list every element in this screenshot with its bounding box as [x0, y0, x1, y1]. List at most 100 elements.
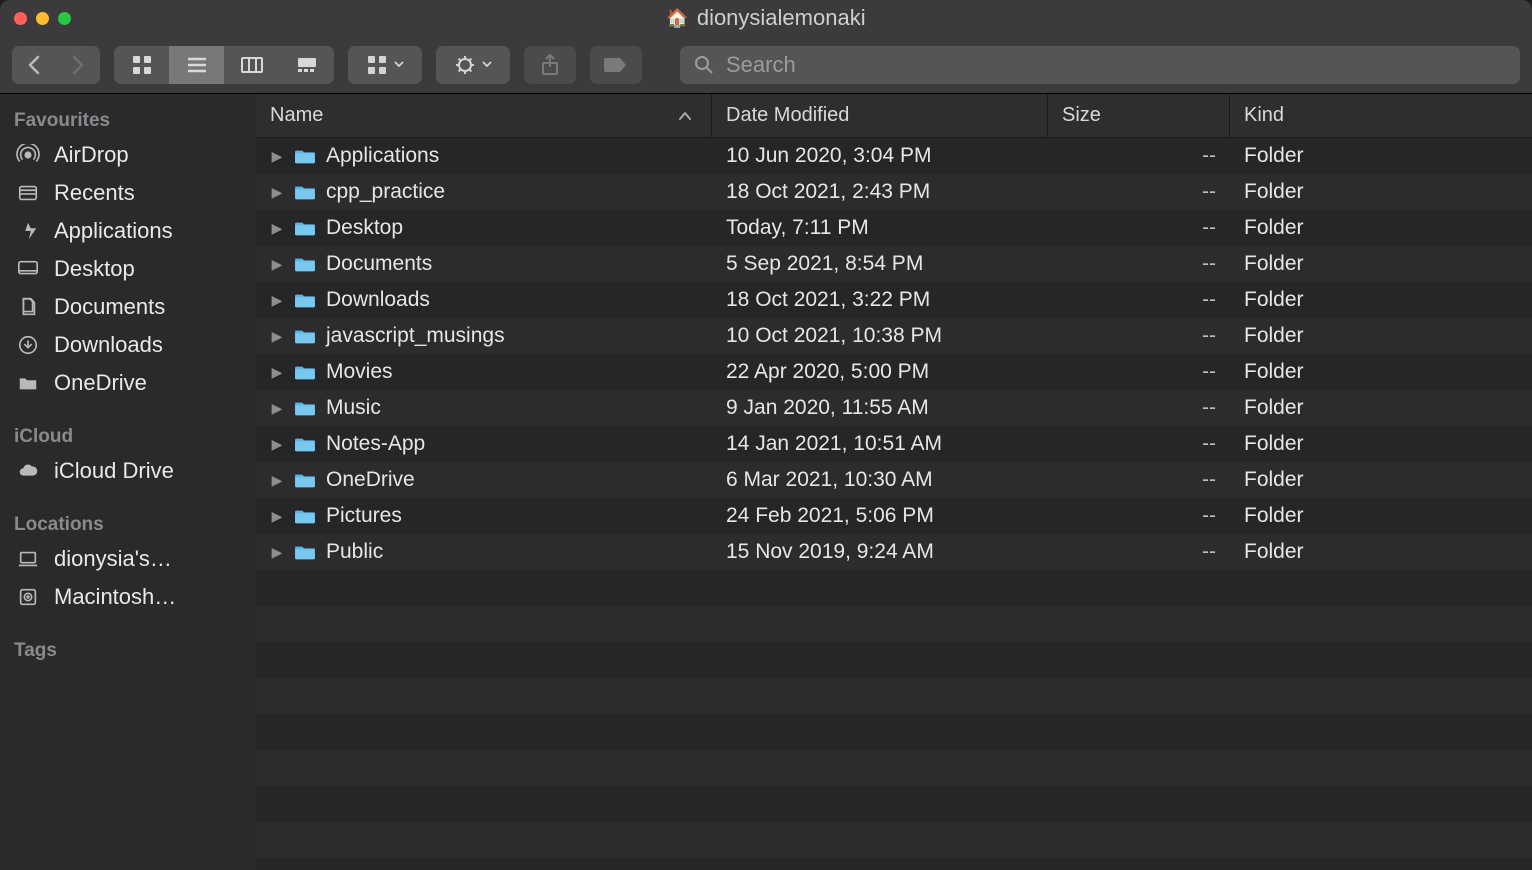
file-row[interactable]: ▶Downloads18 Oct 2021, 3:22 PM--Folder: [256, 282, 1532, 318]
home-icon: 🏠: [666, 8, 688, 29]
disclosure-triangle-icon[interactable]: ▶: [270, 400, 284, 417]
sidebar-item[interactable]: AirDrop: [0, 136, 256, 174]
file-row[interactable]: ▶Pictures24 Feb 2021, 5:06 PM--Folder: [256, 498, 1532, 534]
back-button[interactable]: [12, 46, 56, 84]
column-header-name[interactable]: Name: [256, 94, 712, 137]
sidebar-item-label: Macintosh…: [54, 584, 176, 610]
icon-view-button[interactable]: [114, 46, 169, 84]
file-name: Music: [326, 396, 381, 420]
folder-icon: [294, 147, 316, 165]
file-kind: Folder: [1244, 216, 1304, 240]
disclosure-triangle-icon[interactable]: ▶: [270, 436, 284, 453]
sidebar-item[interactable]: Macintosh…: [0, 578, 256, 616]
disclosure-triangle-icon[interactable]: ▶: [270, 220, 284, 237]
sidebar-item-label: Desktop: [54, 256, 135, 282]
forward-button[interactable]: [56, 46, 100, 84]
file-kind: Folder: [1244, 180, 1304, 204]
sidebar-item-label: Recents: [54, 180, 135, 206]
file-date: 14 Jan 2021, 10:51 AM: [726, 432, 942, 456]
file-kind: Folder: [1244, 252, 1304, 276]
file-row[interactable]: ▶DesktopToday, 7:11 PM--Folder: [256, 210, 1532, 246]
sidebar-item-label: Downloads: [54, 332, 163, 358]
sidebar: Favourites AirDrop Recents Applications Desk…: [0, 94, 256, 870]
folder-icon: [294, 543, 316, 561]
downloads-icon: [14, 332, 42, 358]
file-row[interactable]: ▶Notes-App14 Jan 2021, 10:51 AM--Folder: [256, 426, 1532, 462]
file-row[interactable]: ▶cpp_practice18 Oct 2021, 2:43 PM--Folde…: [256, 174, 1532, 210]
nav-buttons: [12, 46, 100, 84]
folder-icon: [294, 255, 316, 273]
file-row[interactable]: ▶Applications10 Jun 2020, 3:04 PM--Folde…: [256, 138, 1532, 174]
disclosure-triangle-icon[interactable]: ▶: [270, 364, 284, 381]
sidebar-item[interactable]: OneDrive: [0, 364, 256, 402]
gallery-view-button[interactable]: [279, 46, 334, 84]
file-row[interactable]: ▶Music9 Jan 2020, 11:55 AM--Folder: [256, 390, 1532, 426]
sidebar-item[interactable]: Documents: [0, 288, 256, 326]
file-date: 10 Jun 2020, 3:04 PM: [726, 144, 931, 168]
file-row[interactable]: ▶Documents5 Sep 2021, 8:54 PM--Folder: [256, 246, 1532, 282]
sidebar-item[interactable]: Downloads: [0, 326, 256, 364]
column-headers: Name Date Modified Size Kind: [256, 94, 1532, 138]
file-date: 15 Nov 2019, 9:24 AM: [726, 540, 934, 564]
file-size: --: [1202, 468, 1216, 492]
sidebar-header: Favourites: [0, 104, 256, 136]
file-name: Downloads: [326, 288, 430, 312]
disclosure-triangle-icon[interactable]: ▶: [270, 508, 284, 525]
sidebar-item[interactable]: Recents: [0, 174, 256, 212]
disclosure-triangle-icon[interactable]: ▶: [270, 148, 284, 165]
file-size: --: [1202, 432, 1216, 456]
file-row[interactable]: ▶OneDrive6 Mar 2021, 10:30 AM--Folder: [256, 462, 1532, 498]
file-date: 18 Oct 2021, 3:22 PM: [726, 288, 930, 312]
sidebar-header: Tags: [0, 634, 256, 666]
sidebar-item[interactable]: Desktop: [0, 250, 256, 288]
file-kind: Folder: [1244, 432, 1304, 456]
sidebar-item-label: Documents: [54, 294, 165, 320]
disclosure-triangle-icon[interactable]: ▶: [270, 544, 284, 561]
disclosure-triangle-icon[interactable]: ▶: [270, 256, 284, 273]
folder-icon: [294, 327, 316, 345]
column-header-kind[interactable]: Kind: [1230, 94, 1532, 137]
sidebar-item[interactable]: dionysia's…: [0, 540, 256, 578]
column-header-size[interactable]: Size: [1048, 94, 1230, 137]
search-field[interactable]: Search: [680, 46, 1520, 84]
file-size: --: [1202, 216, 1216, 240]
file-row[interactable]: ▶Public15 Nov 2019, 9:24 AM--Folder: [256, 534, 1532, 570]
close-window-button[interactable]: [14, 12, 27, 25]
tags-button[interactable]: [590, 46, 642, 84]
file-name: OneDrive: [326, 468, 415, 492]
file-size: --: [1202, 288, 1216, 312]
sidebar-header: iCloud: [0, 420, 256, 452]
column-header-date[interactable]: Date Modified: [712, 94, 1048, 137]
group-by-button[interactable]: [348, 46, 422, 84]
file-kind: Folder: [1244, 504, 1304, 528]
folder-icon: [294, 399, 316, 417]
icloud-icon: [14, 458, 42, 484]
column-view-button[interactable]: [224, 46, 279, 84]
applications-icon: [14, 218, 42, 244]
traffic-lights: [0, 12, 71, 25]
file-row[interactable]: ▶Movies22 Apr 2020, 5:00 PM--Folder: [256, 354, 1532, 390]
list-view-button[interactable]: [169, 46, 224, 84]
folder-icon: [294, 363, 316, 381]
file-row[interactable]: ▶javascript_musings10 Oct 2021, 10:38 PM…: [256, 318, 1532, 354]
share-button[interactable]: [524, 46, 576, 84]
sidebar-item[interactable]: iCloud Drive: [0, 452, 256, 490]
sidebar-item-label: iCloud Drive: [54, 458, 174, 484]
disclosure-triangle-icon[interactable]: ▶: [270, 292, 284, 309]
disk-icon: [14, 584, 42, 610]
sidebar-item-label: Applications: [54, 218, 173, 244]
minimize-window-button[interactable]: [36, 12, 49, 25]
file-name: Documents: [326, 252, 432, 276]
disclosure-triangle-icon[interactable]: ▶: [270, 184, 284, 201]
file-kind: Folder: [1244, 396, 1304, 420]
file-size: --: [1202, 252, 1216, 276]
folder-icon: [294, 507, 316, 525]
disclosure-triangle-icon[interactable]: ▶: [270, 472, 284, 489]
sidebar-item[interactable]: Applications: [0, 212, 256, 250]
file-date: 10 Oct 2021, 10:38 PM: [726, 324, 942, 348]
disclosure-triangle-icon[interactable]: ▶: [270, 328, 284, 345]
sidebar-item-label: AirDrop: [54, 142, 129, 168]
file-date: 6 Mar 2021, 10:30 AM: [726, 468, 933, 492]
action-menu-button[interactable]: [436, 46, 510, 84]
zoom-window-button[interactable]: [58, 12, 71, 25]
